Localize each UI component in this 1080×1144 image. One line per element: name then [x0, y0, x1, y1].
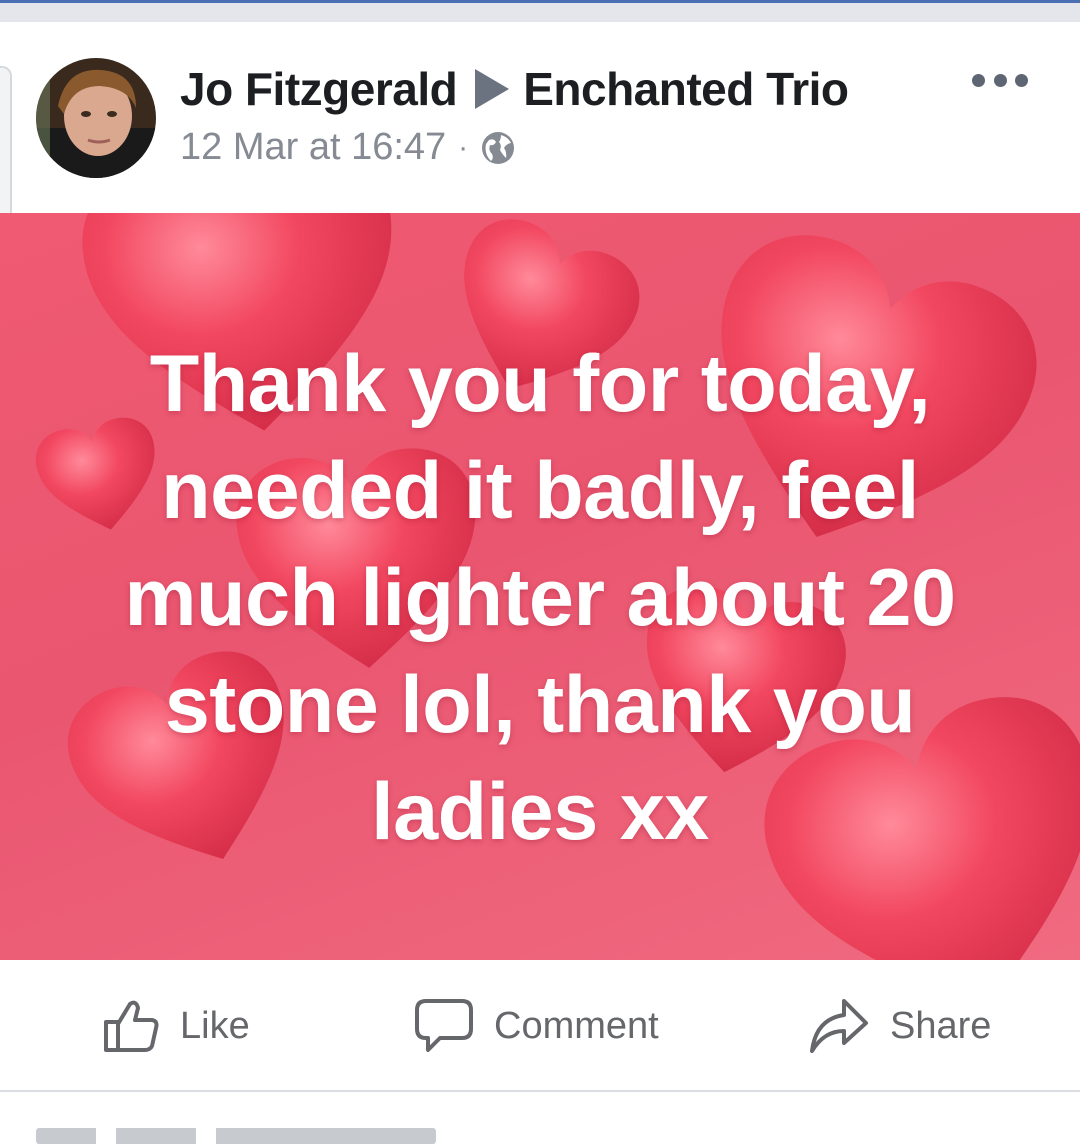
post-message-line: Thank you for today,	[149, 339, 931, 429]
post-message-line: stone lol, thank you	[164, 660, 916, 750]
post-header: Jo Fitzgerald Enchanted Trio 12 Mar at 1…	[0, 22, 1080, 213]
next-content-peek	[0, 1092, 1080, 1144]
meta-separator: ·	[458, 130, 469, 164]
posted-to-arrow-icon	[475, 69, 510, 109]
top-divider-strip	[0, 0, 1080, 22]
post-message-line: needed it badly, feel	[161, 446, 919, 536]
more-options-icon[interactable]	[972, 70, 1028, 90]
thumbs-up-icon	[104, 1000, 159, 1052]
author-name[interactable]: Jo Fitzgerald	[180, 62, 458, 116]
post-message-line: ladies xx	[371, 767, 709, 857]
like-button[interactable]: Like	[102, 996, 250, 1056]
post-timestamp[interactable]: 12 Mar at 16:47	[180, 126, 446, 169]
cut-off-text-placeholder	[36, 1128, 436, 1144]
comment-icon	[415, 999, 473, 1052]
post-message: Thank you for today, needed it badly, fe…	[40, 331, 1040, 866]
group-name[interactable]: Enchanted Trio	[523, 62, 849, 116]
post-background-image: Thank you for today, needed it badly, fe…	[0, 213, 1080, 960]
share-label: Share	[890, 1004, 992, 1047]
author-avatar[interactable]	[36, 58, 156, 178]
post-actions-bar: Like Comment Share	[0, 960, 1080, 1092]
post-author-line: Jo Fitzgerald Enchanted Trio	[180, 62, 849, 116]
comment-button[interactable]: Comment	[414, 996, 659, 1056]
post-meta: 12 Mar at 16:47 ·	[180, 126, 516, 169]
comment-label: Comment	[494, 1004, 659, 1047]
share-arrow-icon	[810, 999, 868, 1053]
share-button[interactable]: Share	[808, 996, 991, 1056]
post-message-line: much lighter about 20	[124, 553, 956, 643]
like-label: Like	[180, 1004, 250, 1047]
globe-icon[interactable]	[480, 130, 516, 166]
